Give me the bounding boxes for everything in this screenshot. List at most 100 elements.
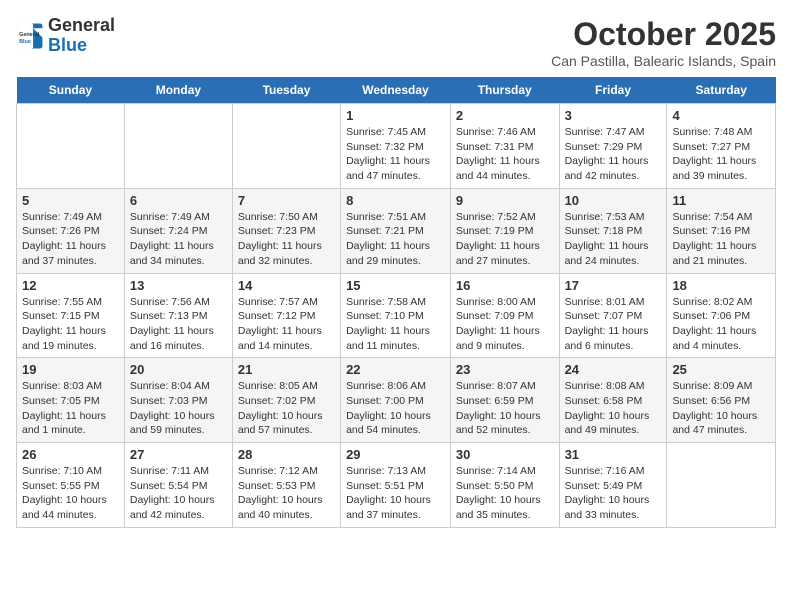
cell-info: Sunrise: 7:45 AMSunset: 7:32 PMDaylight:… [346,125,445,184]
calendar-table: SundayMondayTuesdayWednesdayThursdayFrid… [16,77,776,528]
calendar-cell: 19 Sunrise: 8:03 AMSunset: 7:05 PMDayligh… [17,358,125,443]
cell-day-number: 30 [456,447,554,462]
calendar-cell [667,443,776,528]
cell-day-number: 16 [456,278,554,293]
calendar-cell: 26Sunrise: 7:10 AMSunset: 5:55 PMDayligh… [17,443,125,528]
calendar-cell: 14 Sunrise: 7:57 AMSunset: 7:12 PMDayligh… [232,273,340,358]
calendar-cell: 7Sunrise: 7:50 AMSunset: 7:23 PMDaylight… [232,188,340,273]
cell-day-number: 18 [672,278,770,293]
calendar-cell: 30 Sunrise: 7:14 AMSunset: 5:50 PMDayligh… [450,443,559,528]
title-area: October 2025 Can Pastilla, Balearic Isla… [551,16,776,69]
cell-day-number: 19 [22,362,119,377]
cell-day-number: 6 [130,193,227,208]
cell-day-number: 20 [130,362,227,377]
logo-blue-text: Blue [48,35,87,55]
cell-day-number: 31 [565,447,662,462]
cell-info: Sunrise: 8:07 AMSunset: 6:59 PMDaylight:… [456,379,554,438]
cell-info: Sunrise: 7:14 AMSunset: 5:50 PMDaylight:… [456,464,554,523]
cell-day-number: 22 [346,362,445,377]
cell-info: Sunrise: 8:09 AMSunset: 6:56 PMDaylight:… [672,379,770,438]
calendar-cell: 29Sunrise: 7:13 AMSunset: 5:51 PMDayligh… [341,443,451,528]
cell-day-number: 12 [22,278,119,293]
cell-day-number: 17 [565,278,662,293]
calendar-cell: 31 Sunrise: 7:16 AMSunset: 5:49 PMDayligh… [559,443,667,528]
calendar-cell: 25 Sunrise: 8:09 AMSunset: 6:56 PMDayligh… [667,358,776,443]
cell-info: Sunrise: 7:51 AMSunset: 7:21 PMDaylight:… [346,210,445,269]
cell-info: Sunrise: 7:16 AMSunset: 5:49 PMDaylight:… [565,464,662,523]
calendar-cell: 21 Sunrise: 8:05 AMSunset: 7:02 PMDayligh… [232,358,340,443]
calendar-week-4: 19 Sunrise: 8:03 AMSunset: 7:05 PMDayligh… [17,358,776,443]
cell-info: Sunrise: 7:47 AMSunset: 7:29 PMDaylight:… [565,125,662,184]
cell-day-number: 8 [346,193,445,208]
calendar-cell: 18 Sunrise: 8:02 AMSunset: 7:06 PMDayligh… [667,273,776,358]
cell-day-number: 9 [456,193,554,208]
cell-info: Sunrise: 8:02 AMSunset: 7:06 PMDaylight:… [672,295,770,354]
calendar-cell [17,104,125,189]
cell-info: Sunrise: 8:05 AMSunset: 7:02 PMDaylight:… [238,379,335,438]
cell-info: Sunrise: 7:54 AMSunset: 7:16 PMDaylight:… [672,210,770,269]
cell-day-number: 10 [565,193,662,208]
weekday-header-wednesday: Wednesday [341,77,451,104]
calendar-cell: 16 Sunrise: 8:00 AMSunset: 7:09 PMDayligh… [450,273,559,358]
calendar-week-2: 5 Sunrise: 7:49 AMSunset: 7:26 PMDaylight… [17,188,776,273]
calendar-cell: 27Sunrise: 7:11 AMSunset: 5:54 PMDayligh… [124,443,232,528]
cell-info: Sunrise: 8:04 AMSunset: 7:03 PMDaylight:… [130,379,227,438]
calendar-title: October 2025 [551,16,776,53]
calendar-cell: 15Sunrise: 7:58 AMSunset: 7:10 PMDayligh… [341,273,451,358]
cell-day-number: 21 [238,362,335,377]
cell-day-number: 25 [672,362,770,377]
cell-day-number: 3 [565,108,662,123]
weekday-header-row: SundayMondayTuesdayWednesdayThursdayFrid… [17,77,776,104]
weekday-header-thursday: Thursday [450,77,559,104]
calendar-cell: 24 Sunrise: 8:08 AMSunset: 6:58 PMDayligh… [559,358,667,443]
calendar-cell [124,104,232,189]
svg-text:General: General [19,32,40,38]
calendar-week-5: 26Sunrise: 7:10 AMSunset: 5:55 PMDayligh… [17,443,776,528]
calendar-cell: 6 Sunrise: 7:49 AMSunset: 7:24 PMDaylight… [124,188,232,273]
cell-day-number: 28 [238,447,335,462]
cell-day-number: 23 [456,362,554,377]
cell-info: Sunrise: 7:49 AMSunset: 7:24 PMDaylight:… [130,210,227,269]
cell-day-number: 14 [238,278,335,293]
cell-info: Sunrise: 8:08 AMSunset: 6:58 PMDaylight:… [565,379,662,438]
cell-info: Sunrise: 7:56 AMSunset: 7:13 PMDaylight:… [130,295,227,354]
cell-info: Sunrise: 7:49 AMSunset: 7:26 PMDaylight:… [22,210,119,269]
calendar-cell: 1 Sunrise: 7:45 AMSunset: 7:32 PMDaylight… [341,104,451,189]
cell-day-number: 11 [672,193,770,208]
cell-info: Sunrise: 8:01 AMSunset: 7:07 PMDaylight:… [565,295,662,354]
calendar-cell: 3 Sunrise: 7:47 AMSunset: 7:29 PMDaylight… [559,104,667,189]
calendar-cell: 9 Sunrise: 7:52 AMSunset: 7:19 PMDaylight… [450,188,559,273]
cell-day-number: 24 [565,362,662,377]
calendar-subtitle: Can Pastilla, Balearic Islands, Spain [551,53,776,69]
logo-icon: General Blue [16,22,44,50]
cell-info: Sunrise: 7:46 AMSunset: 7:31 PMDaylight:… [456,125,554,184]
cell-info: Sunrise: 8:03 AMSunset: 7:05 PMDaylight:… [22,379,119,438]
cell-day-number: 5 [22,193,119,208]
calendar-cell: 10 Sunrise: 7:53 AMSunset: 7:18 PMDayligh… [559,188,667,273]
cell-day-number: 7 [238,193,335,208]
cell-info: Sunrise: 8:06 AMSunset: 7:00 PMDaylight:… [346,379,445,438]
calendar-week-3: 12 Sunrise: 7:55 AMSunset: 7:15 PMDayligh… [17,273,776,358]
cell-day-number: 4 [672,108,770,123]
calendar-cell [232,104,340,189]
cell-day-number: 15 [346,278,445,293]
cell-info: Sunrise: 7:55 AMSunset: 7:15 PMDaylight:… [22,295,119,354]
calendar-cell: 2Sunrise: 7:46 AMSunset: 7:31 PMDaylight… [450,104,559,189]
calendar-cell: 22 Sunrise: 8:06 AMSunset: 7:00 PMDayligh… [341,358,451,443]
cell-info: Sunrise: 8:00 AMSunset: 7:09 PMDaylight:… [456,295,554,354]
cell-day-number: 13 [130,278,227,293]
cell-info: Sunrise: 7:12 AMSunset: 5:53 PMDaylight:… [238,464,335,523]
calendar-cell: 8 Sunrise: 7:51 AMSunset: 7:21 PMDaylight… [341,188,451,273]
calendar-cell: 13 Sunrise: 7:56 AMSunset: 7:13 PMDayligh… [124,273,232,358]
weekday-header-sunday: Sunday [17,77,125,104]
cell-day-number: 1 [346,108,445,123]
weekday-header-friday: Friday [559,77,667,104]
cell-info: Sunrise: 7:53 AMSunset: 7:18 PMDaylight:… [565,210,662,269]
cell-info: Sunrise: 7:57 AMSunset: 7:12 PMDaylight:… [238,295,335,354]
calendar-cell: 5 Sunrise: 7:49 AMSunset: 7:26 PMDaylight… [17,188,125,273]
weekday-header-tuesday: Tuesday [232,77,340,104]
cell-info: Sunrise: 7:10 AMSunset: 5:55 PMDaylight:… [22,464,119,523]
logo-general-text: General [48,15,115,35]
cell-day-number: 27 [130,447,227,462]
cell-info: Sunrise: 7:52 AMSunset: 7:19 PMDaylight:… [456,210,554,269]
